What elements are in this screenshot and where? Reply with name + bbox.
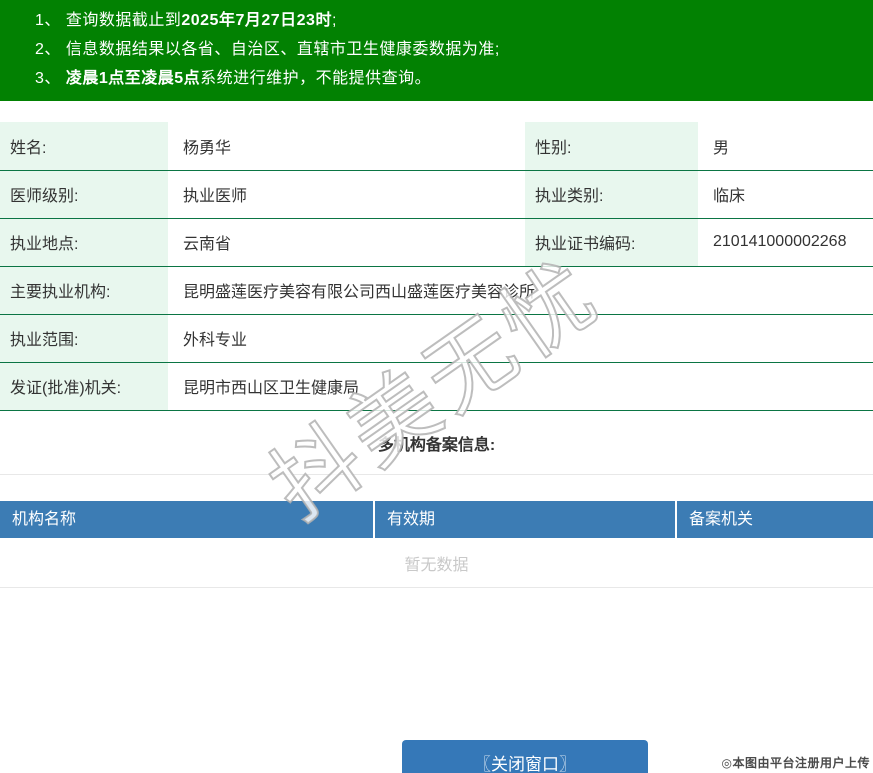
notice-banner: 1、 查询数据截止到2025年7月27日23时; 2、 信息数据结果以各省、自治…	[0, 0, 873, 101]
certificate-number-value: 210141000002268	[698, 218, 873, 267]
upload-attribution-note: ◎本图由平台注册用户上传	[721, 756, 870, 770]
table-row: 发证(批准)机关: 昆明市西山区卫生健康局	[0, 362, 873, 411]
table-row: 主要执业机构: 昆明盛莲医疗美容有限公司西山盛莲医疗美容诊所	[0, 266, 873, 315]
practice-location-value: 云南省	[168, 218, 525, 267]
column-header-filing-authority: 备案机关	[675, 500, 873, 538]
notice-1-bold: 2025年7月27日23时	[181, 12, 332, 29]
gender-label: 性别:	[525, 122, 698, 171]
notice-3-text: 3、	[35, 70, 66, 87]
notice-line-2: 2、 信息数据结果以各省、自治区、直辖市卫生健康委数据为准;	[0, 35, 873, 64]
certificate-number-label: 执业证书编码:	[525, 218, 698, 267]
practice-location-label: 执业地点:	[0, 218, 168, 267]
notice-1-suffix: ;	[331, 12, 337, 29]
practice-category-label: 执业类别:	[525, 170, 698, 219]
column-header-institution-name: 机构名称	[12, 510, 77, 528]
multi-org-section-heading: 多机构备案信息:	[0, 411, 873, 475]
close-window-button[interactable]: 〖关闭窗口〗	[402, 740, 648, 773]
main-institution-value: 昆明盛莲医疗美容有限公司西山盛莲医疗美容诊所	[168, 266, 873, 315]
table-row: 姓名: 杨勇华 性别: 男	[0, 122, 873, 171]
notice-line-1: 1、 查询数据截止到2025年7月27日23时;	[0, 6, 873, 35]
name-label: 姓名:	[0, 122, 168, 171]
doctor-info-table: 姓名: 杨勇华 性别: 男 医师级别: 执业医师 执业类别: 临床 执业地点: …	[0, 122, 873, 411]
doctor-level-value: 执业医师	[168, 170, 525, 219]
notice-3-bold: 凌晨1点至凌晨5点	[65, 70, 201, 87]
license-query-page: 1、 查询数据截止到2025年7月27日23时; 2、 信息数据结果以各省、自治…	[0, 0, 873, 773]
practice-category-value: 临床	[698, 170, 873, 219]
issuing-authority-value: 昆明市西山区卫生健康局	[168, 362, 873, 411]
notice-line-3: 3、 凌晨1点至凌晨5点系统进行维护，不能提供查询。	[0, 64, 873, 93]
notice-1-text: 1、 查询数据截止到	[35, 12, 182, 29]
name-value: 杨勇华	[168, 122, 525, 171]
no-data-placeholder: 暂无数据	[0, 538, 873, 588]
issuing-authority-label: 发证(批准)机关:	[0, 362, 168, 411]
table-row: 执业地点: 云南省 执业证书编码: 210141000002268	[0, 218, 873, 267]
table-row: 执业范围: 外科专业	[0, 314, 873, 363]
practice-scope-label: 执业范围:	[0, 314, 168, 363]
notice-2-text: 2、 信息数据结果以各省、自治区、直辖市卫生健康委数据为准;	[35, 41, 500, 58]
practice-scope-value: 外科专业	[168, 314, 873, 363]
main-institution-label: 主要执业机构:	[0, 266, 168, 315]
multi-org-table-header: 机构名称 有效期 备案机关	[0, 500, 873, 538]
table-row: 医师级别: 执业医师 执业类别: 临床	[0, 170, 873, 219]
gender-value: 男	[698, 122, 873, 171]
column-header-validity-period: 有效期	[373, 500, 675, 538]
doctor-level-label: 医师级别:	[0, 170, 168, 219]
notice-3-suffix: 系统进行维护，不能提供查询。	[200, 70, 432, 87]
